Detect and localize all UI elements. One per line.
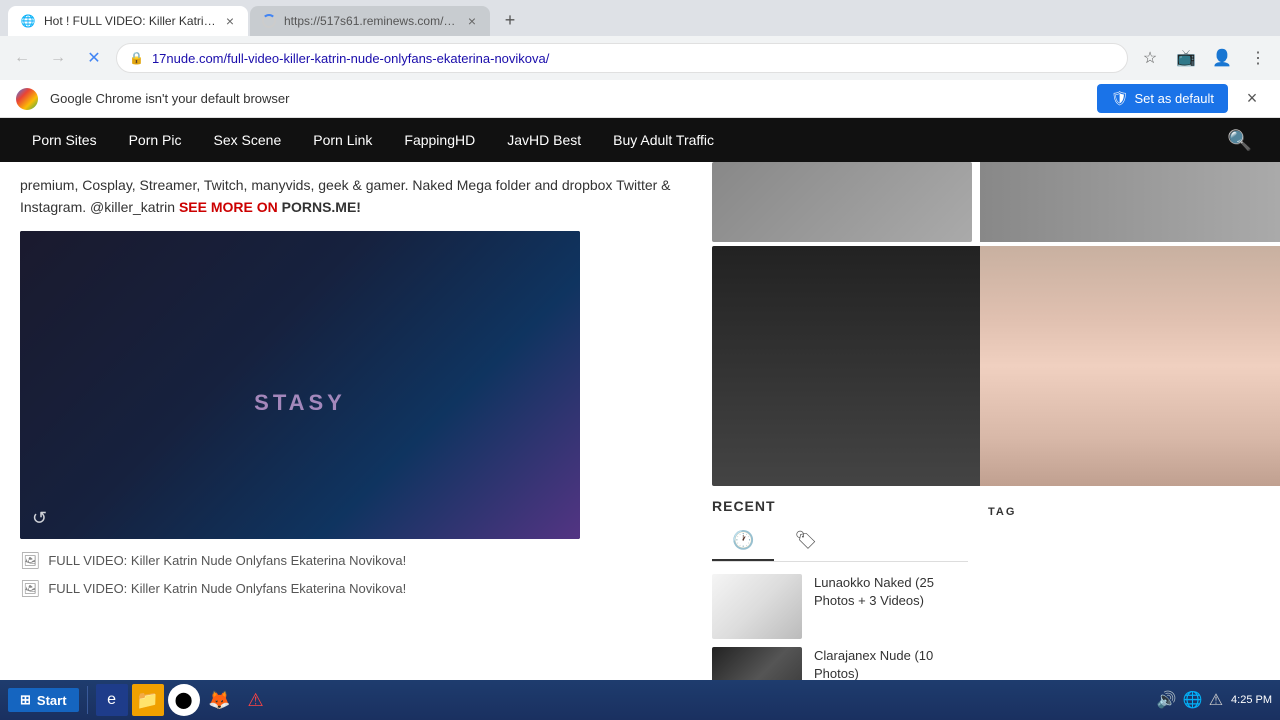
reload-button[interactable]: ✕ bbox=[80, 44, 108, 72]
video-watermark: STASY bbox=[254, 390, 346, 416]
taskbar-ie-icon[interactable]: e bbox=[96, 684, 128, 716]
notification-close-button[interactable]: × bbox=[1240, 87, 1264, 111]
start-icon: ⊞ bbox=[20, 692, 31, 708]
bookmark-button[interactable]: ☆ bbox=[1136, 44, 1164, 72]
recent-tabs: 🕐 🏷 bbox=[712, 522, 968, 562]
cast-button[interactable]: 📺 bbox=[1172, 44, 1200, 72]
set-default-label: Set as default bbox=[1135, 91, 1215, 106]
porns-link: PORNS.ME! bbox=[282, 199, 361, 215]
set-default-button[interactable]: 🛡 Set as default bbox=[1097, 84, 1228, 113]
folder-icon: 📁 bbox=[136, 690, 158, 711]
notification-text: Google Chrome isn't your default browser bbox=[50, 91, 1085, 106]
notification-bar: Google Chrome isn't your default browser… bbox=[0, 80, 1280, 118]
warning-icon: ⚠ bbox=[247, 690, 263, 711]
image-icon-2: 🖼 bbox=[20, 579, 40, 599]
nav-item-javhd-best[interactable]: JavHD Best bbox=[491, 118, 597, 162]
firefox-icon: 🦊 bbox=[208, 690, 230, 711]
image-caption-1: 🖼 FULL VIDEO: Killer Katrin Nude Onlyfan… bbox=[20, 551, 680, 571]
lock-icon: 🔒 bbox=[129, 51, 144, 65]
volume-icon[interactable]: 🔊 bbox=[1157, 690, 1177, 710]
network-icon[interactable]: 🌐 bbox=[1183, 690, 1203, 710]
new-tab-button[interactable]: + bbox=[496, 6, 524, 34]
video-thumb-inner: STASY ↺ bbox=[20, 231, 580, 539]
recent-item-1[interactable]: Lunaokko Naked (25 Photos + 3 Videos) bbox=[712, 574, 968, 639]
right-column: TAG bbox=[980, 162, 1280, 720]
back-button[interactable]: ← bbox=[8, 44, 36, 72]
tab-1-close[interactable]: × bbox=[224, 11, 236, 31]
nav-item-porn-pic[interactable]: Porn Pic bbox=[113, 118, 198, 162]
tab-2[interactable]: https://517s61.reminews.com/dann... × bbox=[250, 6, 490, 36]
article-body: premium, Cosplay, Streamer, Twitch, many… bbox=[20, 174, 680, 219]
shield-icon: 🛡 bbox=[1111, 90, 1129, 107]
sidebar-right-wrapper: RECENT 🕐 🏷 Lunaokko Naked (25 Photos + 3… bbox=[700, 162, 1280, 720]
recent-item-title-1: Lunaokko Naked (25 Photos + 3 Videos) bbox=[814, 574, 968, 610]
video-thumbnail[interactable]: STASY ↺ bbox=[20, 231, 580, 539]
start-button[interactable]: ⊞ Start bbox=[8, 688, 79, 712]
chrome-logo-icon bbox=[16, 88, 38, 110]
nav-item-porn-sites[interactable]: Porn Sites bbox=[16, 118, 113, 162]
taskbar-tray: 🔊 🌐 ⚠ bbox=[1157, 690, 1223, 710]
time-display: 4:25 PM bbox=[1231, 694, 1272, 706]
ie-icon: e bbox=[107, 691, 116, 709]
sidebar-ad-image bbox=[712, 246, 980, 486]
forward-button[interactable]: → bbox=[44, 44, 72, 72]
taskbar-separator bbox=[87, 686, 88, 714]
browser-frame: 🌐 Hot ! FULL VIDEO: Killer Katrin ... × … bbox=[0, 0, 1280, 720]
recent-tab-tag[interactable]: 🏷 bbox=[774, 522, 837, 561]
address-bar-row: ← → ✕ 🔒 17nude.com/full-video-killer-kat… bbox=[0, 36, 1280, 80]
taskbar-chrome-icon[interactable]: ⬤ bbox=[168, 684, 200, 716]
taskbar-right: 🔊 🌐 ⚠ 4:25 PM bbox=[1157, 690, 1272, 710]
alert-icon[interactable]: ⚠ bbox=[1209, 690, 1223, 710]
right-tags-section: TAG bbox=[980, 498, 1280, 534]
address-field[interactable]: 🔒 17nude.com/full-video-killer-katrin-nu… bbox=[116, 43, 1128, 73]
taskbar-time: 4:25 PM bbox=[1231, 694, 1272, 706]
right-main-image bbox=[980, 246, 1280, 486]
image-caption-text-2: FULL VIDEO: Killer Katrin Nude Onlyfans … bbox=[48, 581, 406, 596]
site-nav: Porn Sites Porn Pic Sex Scene Porn Link … bbox=[0, 118, 1280, 162]
taskbar-firefox-icon[interactable]: 🦊 bbox=[204, 684, 236, 716]
tab-1[interactable]: 🌐 Hot ! FULL VIDEO: Killer Katrin ... × bbox=[8, 6, 248, 36]
sidebar-column: RECENT 🕐 🏷 Lunaokko Naked (25 Photos + 3… bbox=[700, 162, 980, 720]
video-replay-icon[interactable]: ↺ bbox=[32, 508, 47, 529]
chrome-icon: ⬤ bbox=[175, 690, 193, 710]
address-text: 17nude.com/full-video-killer-katrin-nude… bbox=[152, 51, 1115, 66]
taskbar: ⊞ Start e 📁 ⬤ 🦊 ⚠ 🔊 🌐 ⚠ 4:25 PM bbox=[0, 680, 1280, 720]
image-icon-1: 🖼 bbox=[20, 551, 40, 571]
nav-item-buy-adult-traffic[interactable]: Buy Adult Traffic bbox=[597, 118, 730, 162]
menu-button[interactable]: ⋮ bbox=[1244, 44, 1272, 72]
sidebar-top-image bbox=[712, 162, 972, 242]
taskbar-folder-icon[interactable]: 📁 bbox=[132, 684, 164, 716]
see-more-label: SEE MORE ON bbox=[179, 199, 278, 215]
search-button[interactable]: 🔍 bbox=[1215, 128, 1264, 153]
nav-item-sex-scene[interactable]: Sex Scene bbox=[198, 118, 298, 162]
main-column: premium, Cosplay, Streamer, Twitch, many… bbox=[0, 162, 700, 720]
tab-2-close[interactable]: × bbox=[466, 11, 478, 31]
profile-button[interactable]: 👤 bbox=[1208, 44, 1236, 72]
nav-item-fappinghd[interactable]: FappingHD bbox=[388, 118, 491, 162]
tab-1-favicon: 🌐 bbox=[20, 13, 36, 29]
image-caption-text-1: FULL VIDEO: Killer Katrin Nude Onlyfans … bbox=[48, 553, 406, 568]
recent-item-title-2: Clarajanex Nude (10 Photos) bbox=[814, 647, 968, 683]
tab-1-title: Hot ! FULL VIDEO: Killer Katrin ... bbox=[44, 14, 216, 28]
recent-thumb-1 bbox=[712, 574, 802, 639]
tab-2-spinner bbox=[262, 14, 276, 28]
content-wrapper: premium, Cosplay, Streamer, Twitch, many… bbox=[0, 162, 1280, 720]
recent-tab-clock[interactable]: 🕐 bbox=[712, 522, 774, 561]
image-caption-2: 🖼 FULL VIDEO: Killer Katrin Nude Onlyfan… bbox=[20, 579, 680, 599]
start-label: Start bbox=[37, 693, 67, 708]
recent-title: RECENT bbox=[712, 498, 968, 514]
right-top-image bbox=[980, 162, 1280, 242]
taskbar-warning-icon[interactable]: ⚠ bbox=[240, 684, 272, 716]
right-tags-title: TAG bbox=[988, 506, 1272, 518]
nav-item-porn-link[interactable]: Porn Link bbox=[297, 118, 388, 162]
tab-bar: 🌐 Hot ! FULL VIDEO: Killer Katrin ... × … bbox=[0, 0, 1280, 36]
tab-2-title: https://517s61.reminews.com/dann... bbox=[284, 14, 458, 28]
